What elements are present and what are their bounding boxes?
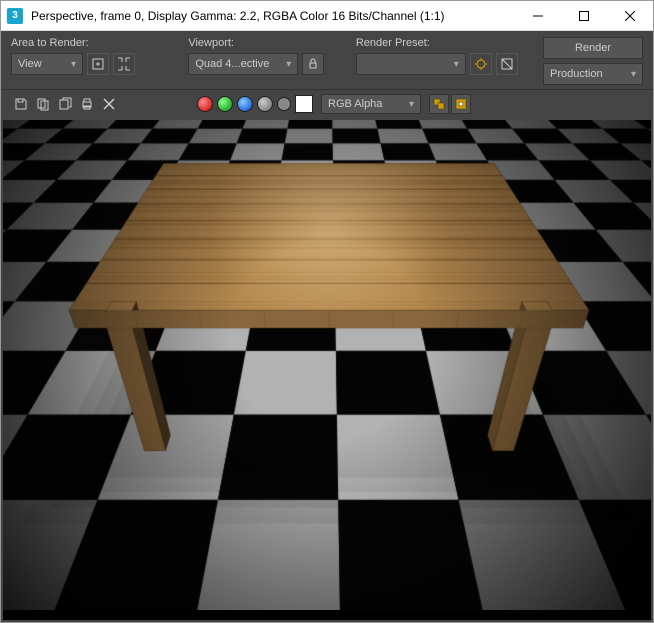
render-preset-dropdown[interactable] xyxy=(356,53,466,75)
channel-red-icon[interactable] xyxy=(197,96,213,112)
production-value: Production xyxy=(550,68,603,80)
area-to-render-dropdown[interactable]: View xyxy=(11,53,83,75)
toggle-overlay-icon[interactable] xyxy=(429,94,449,114)
lock-viewport-button[interactable] xyxy=(302,53,324,75)
render-options-panel: Area to Render: View Viewport: Quad 4...… xyxy=(1,31,653,89)
viewport-dropdown[interactable]: Quad 4...ective xyxy=(188,53,298,75)
render-button[interactable]: Render xyxy=(543,37,643,59)
channel-alpha-icon[interactable] xyxy=(257,96,273,112)
channel-dropdown-value: RGB Alpha xyxy=(328,98,382,110)
close-button[interactable] xyxy=(607,1,653,30)
app-icon: 3 xyxy=(7,8,23,24)
viewport-area xyxy=(1,118,653,622)
titlebar: 3 Perspective, frame 0, Display Gamma: 2… xyxy=(1,1,653,31)
render-button-label: Render xyxy=(575,42,611,54)
render-window: 3 Perspective, frame 0, Display Gamma: 2… xyxy=(0,0,654,623)
render-image xyxy=(3,120,651,610)
preset-env-icon[interactable] xyxy=(496,53,518,75)
window-controls xyxy=(515,1,653,30)
channel-dropdown[interactable]: RGB Alpha xyxy=(321,94,421,114)
channel-blue-icon[interactable] xyxy=(237,96,253,112)
channel-mono-icon[interactable] xyxy=(277,97,291,111)
area-to-render-label: Area to Render: xyxy=(11,37,168,49)
area-to-render-value: View xyxy=(18,58,42,70)
render-preset-label: Render Preset: xyxy=(356,37,523,49)
minimize-button[interactable] xyxy=(515,1,561,30)
render-toolbar: RGB Alpha xyxy=(1,89,653,118)
save-icon[interactable] xyxy=(11,94,31,114)
color-swatch[interactable] xyxy=(295,95,313,113)
viewport-value: Quad 4...ective xyxy=(195,58,269,70)
copy-icon[interactable] xyxy=(33,94,53,114)
preset-setup-icon[interactable] xyxy=(470,53,492,75)
area-crop-icon[interactable] xyxy=(113,53,135,75)
viewport-label: Viewport: xyxy=(188,37,336,49)
toggle-compare-icon[interactable] xyxy=(451,94,471,114)
print-icon[interactable] xyxy=(77,94,97,114)
clone-icon[interactable] xyxy=(55,94,75,114)
maximize-button[interactable] xyxy=(561,1,607,30)
area-edit-icon[interactable] xyxy=(87,53,109,75)
window-title: Perspective, frame 0, Display Gamma: 2.2… xyxy=(31,9,515,23)
production-dropdown[interactable]: Production xyxy=(543,63,643,85)
channel-green-icon[interactable] xyxy=(217,96,233,112)
delete-icon[interactable] xyxy=(99,94,119,114)
render-viewport[interactable] xyxy=(3,120,651,620)
